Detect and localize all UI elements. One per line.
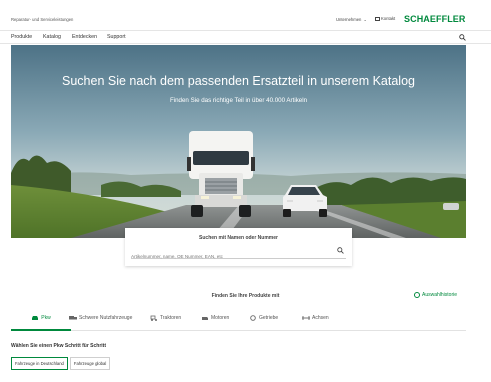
tab-schwere-nutzfahrzeuge[interactable]: Schwere Nutzfahrzeuge (69, 315, 132, 331)
vehicles-germany-button[interactable]: Fahrzeuge in Deutschland (11, 357, 68, 370)
nav-item-katalog[interactable]: Katalog (43, 34, 61, 40)
hero-subtitle: Finden Sie das richtige Teil in über 40.… (169, 97, 308, 104)
catalog-search-input[interactable] (131, 250, 331, 263)
company-menu[interactable]: Unternehmen ⌄ (336, 17, 367, 22)
nav-item-entdecken[interactable]: Entdecken (72, 34, 97, 40)
tab-getriebe[interactable]: Getriebe (249, 315, 278, 331)
tab-motoren[interactable]: Motoren (201, 315, 229, 331)
nav-item-produkte[interactable]: Produkte (11, 34, 32, 40)
vehicles-global-button[interactable]: Fahrzeuge global (69, 357, 111, 370)
vehicle-tabs: Pkw Schwere Nutzfahrzeuge Traktoren Moto… (11, 311, 466, 331)
schaeffler-logo[interactable]: SCHAEFFLER (404, 14, 466, 24)
steps-label: Wählen Sie einen Pkw Schritt für Schritt (11, 343, 107, 349)
axle-icon (302, 316, 310, 320)
search-title: Suchen mit Namen oder Nummer (199, 235, 278, 241)
tab-label-getriebe: Getriebe (259, 315, 279, 321)
tab-label-schwere-nutzfahrzeuge: Schwere Nutzfahrzeuge (79, 315, 133, 321)
tab-achsen[interactable]: Achsen (302, 315, 329, 331)
history-link[interactable]: Auswahlhistorie (414, 292, 457, 298)
history-icon (414, 292, 420, 298)
main-nav: Produkte Katalog Entdecken Support (0, 30, 491, 44)
tab-label-achsen: Achsen (312, 315, 329, 321)
tab-pkw[interactable]: Pkw (11, 315, 71, 331)
region-toggle: Fahrzeuge in Deutschland Fahrzeuge globa… (11, 357, 111, 370)
hero-banner: Suchen Sie nach dem passenden Ersatzteil… (11, 45, 466, 238)
chevron-down-icon: ⌄ (362, 17, 367, 22)
tractor-icon (150, 315, 157, 321)
search-icon[interactable] (337, 247, 344, 254)
tab-label-pkw: Pkw (41, 315, 51, 321)
company-menu-label: Unternehmen (336, 17, 362, 22)
tab-traktoren[interactable]: Traktoren (150, 315, 181, 331)
gearbox-icon (250, 315, 256, 321)
tab-label-traktoren: Traktoren (160, 315, 182, 321)
car-icon (32, 316, 39, 320)
truck-icon (69, 316, 77, 320)
engine-icon (202, 317, 208, 320)
tab-label-motoren: Motoren (211, 315, 230, 321)
nav-item-support[interactable]: Support (107, 34, 126, 40)
catalog-search-panel: Suchen mit Namen oder Nummer (125, 228, 352, 266)
contact-link[interactable]: Kontakt (375, 16, 395, 21)
search-icon[interactable] (459, 34, 466, 41)
search-field-wrapper (131, 245, 346, 263)
history-label: Auswahlhistorie (422, 292, 458, 298)
top-bar: Reparatur- und Serviceleistungen Unterne… (0, 0, 491, 30)
tagline: Reparatur- und Serviceleistungen (11, 17, 74, 22)
mail-icon (375, 16, 380, 21)
contact-label: Kontakt (381, 16, 396, 21)
hero-title: Suchen Sie nach dem passenden Ersatzteil… (62, 74, 415, 88)
